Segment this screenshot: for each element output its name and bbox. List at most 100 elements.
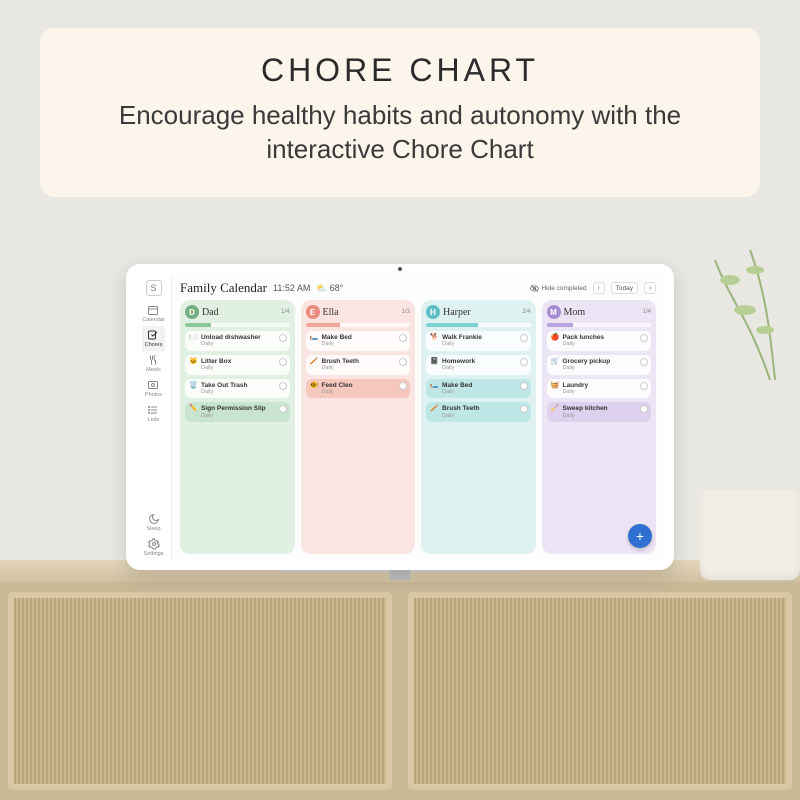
chore-checkbox[interactable] xyxy=(279,334,287,342)
topbar: Family Calendar 11:52 AM ⛅ 68° Hide comp… xyxy=(180,280,656,296)
chore-frequency: Daily xyxy=(201,365,231,371)
chore-card[interactable]: 📓HomeworkDaily xyxy=(426,355,531,375)
person-name: Harper xyxy=(443,307,471,318)
rail-item-lists[interactable]: Lists xyxy=(142,401,164,426)
chore-frequency: Daily xyxy=(201,413,266,419)
chore-title: Grocery pickup xyxy=(563,358,611,365)
plant-decor xyxy=(710,240,790,380)
chore-title: Pack lunches xyxy=(563,334,605,341)
chore-card[interactable]: ✏️Sign Permission SlipDaily xyxy=(185,402,290,422)
chore-checkbox[interactable] xyxy=(640,358,648,366)
rail-item-calendar[interactable]: Calendar xyxy=(142,301,164,326)
meals-icon xyxy=(147,354,159,366)
rail-label: Photos xyxy=(145,392,162,398)
prev-button[interactable]: ‹ xyxy=(593,282,605,294)
chore-checkbox[interactable] xyxy=(640,334,648,342)
chore-card[interactable]: 🐠Feed CleoDaily xyxy=(306,379,411,399)
today-button[interactable]: Today xyxy=(611,282,638,294)
progress-bar xyxy=(185,323,290,327)
chore-emoji-icon: 🐠 xyxy=(310,382,319,389)
rail-label: Chores xyxy=(145,342,163,348)
smart-display-device: S Calendar Chores Meals Photos Lists Sleep Se… xyxy=(126,264,674,570)
hide-completed-toggle[interactable]: Hide completed xyxy=(530,284,586,293)
chore-card[interactable]: 🧺LaundryDaily xyxy=(547,379,652,399)
chore-checkbox[interactable] xyxy=(520,334,528,342)
rail-label: Calendar xyxy=(142,317,164,323)
chore-frequency: Daily xyxy=(563,413,608,419)
chore-emoji-icon: 🛏️ xyxy=(310,334,319,341)
chore-checkbox[interactable] xyxy=(520,382,528,390)
rail-item-photos[interactable]: Photos xyxy=(142,376,164,401)
plant-pot xyxy=(700,490,800,580)
chore-card[interactable]: 🗑️Take Out TrashDaily xyxy=(185,379,290,399)
rail-label: Settings xyxy=(144,551,164,557)
chore-emoji-icon: 🧹 xyxy=(551,405,560,412)
chore-checkbox[interactable] xyxy=(279,382,287,390)
sidebar-rail: S Calendar Chores Meals Photos Lists Sleep Se… xyxy=(136,274,172,560)
chore-checkbox[interactable] xyxy=(399,334,407,342)
chore-checkbox[interactable] xyxy=(640,382,648,390)
avatar[interactable]: H xyxy=(426,305,440,319)
device-stand-neck xyxy=(390,570,410,580)
rail-item-settings[interactable]: Settings xyxy=(144,535,164,560)
photos-icon xyxy=(147,379,159,391)
chore-frequency: Daily xyxy=(201,341,261,347)
chore-frequency: Daily xyxy=(442,365,475,371)
progress-bar xyxy=(547,323,652,327)
weather-icon: ⛅ xyxy=(316,283,327,294)
person-name: Ella xyxy=(323,307,339,318)
chore-checkbox[interactable] xyxy=(399,358,407,366)
avatar[interactable]: M xyxy=(547,305,561,319)
chore-frequency: Daily xyxy=(563,341,605,347)
chore-frequency: Daily xyxy=(322,389,353,395)
brand-logo[interactable]: S xyxy=(146,280,162,296)
chore-title: Take Out Trash xyxy=(201,382,247,389)
main-area: Family Calendar 11:52 AM ⛅ 68° Hide comp… xyxy=(172,274,664,560)
chore-columns: DDad1/4🍽️Unload dishwasherDaily🐱Litter B… xyxy=(180,300,656,554)
column-header: MMom1/4 xyxy=(547,305,652,319)
chore-card[interactable]: 🐱Litter BoxDaily xyxy=(185,355,290,375)
chore-emoji-icon: 🛒 xyxy=(551,358,560,365)
chore-card[interactable]: 🍎Pack lunchesDaily xyxy=(547,331,652,351)
chore-checkbox[interactable] xyxy=(520,405,528,413)
chore-frequency: Daily xyxy=(442,413,479,419)
chore-frequency: Daily xyxy=(563,365,611,371)
person-name: Dad xyxy=(202,307,219,318)
chevron-left-icon: ‹ xyxy=(597,285,599,292)
chore-card[interactable]: 🛏️Make BedDaily xyxy=(426,379,531,399)
rail-item-chores[interactable]: Chores xyxy=(142,326,164,351)
screen: S Calendar Chores Meals Photos Lists Sleep Se… xyxy=(136,274,664,560)
chore-checkbox[interactable] xyxy=(279,358,287,366)
avatar[interactable]: D xyxy=(185,305,199,319)
marketing-banner: CHORE CHART Encourage healthy habits and… xyxy=(40,28,760,197)
avatar[interactable]: E xyxy=(306,305,320,319)
chore-emoji-icon: 📓 xyxy=(430,358,439,365)
chore-card[interactable]: 🪥Brush TeethDaily xyxy=(306,355,411,375)
chore-title: Brush Teeth xyxy=(442,405,479,412)
chore-title: Homework xyxy=(442,358,475,365)
chore-checkbox[interactable] xyxy=(279,405,287,413)
chore-checkbox[interactable] xyxy=(640,405,648,413)
chore-card[interactable]: 🐕Walk FrankieDaily xyxy=(426,331,531,351)
clock: 11:52 AM xyxy=(273,283,310,293)
settings-icon xyxy=(148,538,160,550)
chore-column-harper: HHarper2/4🐕Walk FrankieDaily📓HomeworkDai… xyxy=(421,300,536,554)
chore-card[interactable]: 🛒Grocery pickupDaily xyxy=(547,355,652,375)
chore-emoji-icon: 🛏️ xyxy=(430,382,439,389)
add-chore-button[interactable]: + xyxy=(628,524,652,548)
rail-item-meals[interactable]: Meals xyxy=(142,351,164,376)
chore-title: Sign Permission Slip xyxy=(201,405,266,412)
next-button[interactable]: › xyxy=(644,282,656,294)
chore-emoji-icon: 🐕 xyxy=(430,334,439,341)
chore-emoji-icon: 🪥 xyxy=(430,405,439,412)
chore-emoji-icon: ✏️ xyxy=(189,405,198,412)
chore-card[interactable]: 🪥Brush TeethDaily xyxy=(426,402,531,422)
chore-checkbox[interactable] xyxy=(520,358,528,366)
chore-card[interactable]: 🛏️Make BedDaily xyxy=(306,331,411,351)
rail-item-sleep[interactable]: Sleep xyxy=(144,510,164,535)
chore-card[interactable]: 🍽️Unload dishwasherDaily xyxy=(185,331,290,351)
chore-card[interactable]: 🧹Sweep kitchenDaily xyxy=(547,402,652,422)
weather-temp: 68° xyxy=(330,283,344,293)
rail-label: Lists xyxy=(148,417,159,423)
chore-checkbox[interactable] xyxy=(399,382,407,390)
